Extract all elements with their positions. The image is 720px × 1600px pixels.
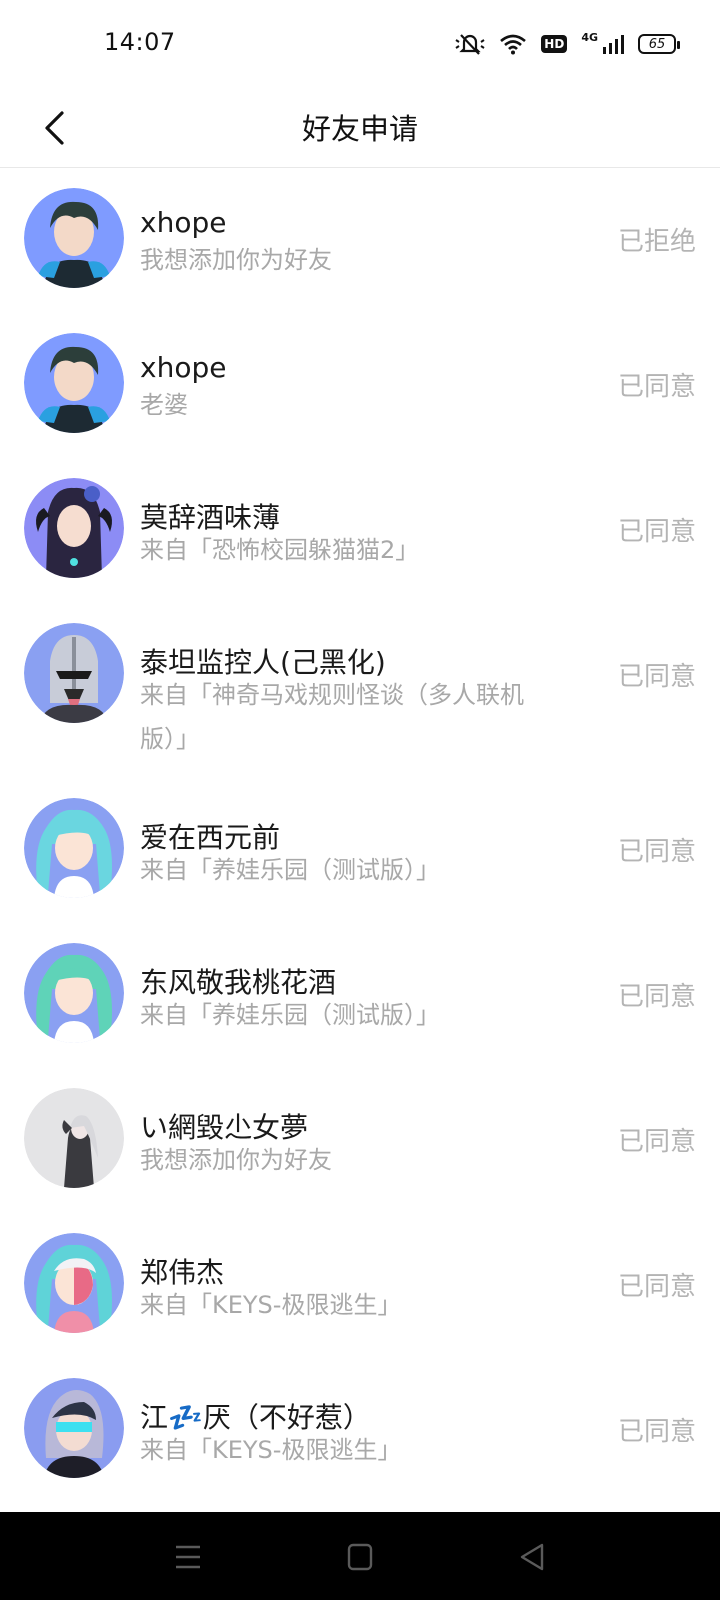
page-title: 好友申请: [301, 112, 418, 146]
avatar[interactable]: [24, 1378, 124, 1478]
request-status: 已同意: [617, 982, 696, 1012]
menu-icon[interactable]: [172, 1542, 204, 1572]
wifi-icon: [499, 33, 527, 55]
status-icons: HD 4G 65: [455, 30, 680, 58]
home-icon[interactable]: [344, 1542, 376, 1572]
system-nav-bar: [0, 1512, 720, 1600]
avatar[interactable]: [24, 333, 124, 433]
request-message: 来自「KEYS-极限逃生」: [140, 1291, 402, 1319]
list-item[interactable]: xhope 我想添加你为好友 已拒绝: [0, 168, 720, 313]
request-status: 已拒绝: [617, 227, 696, 257]
list-item[interactable]: 莫辞酒味薄 来自「恐怖校园躲猫猫2」 已同意: [0, 458, 720, 603]
avatar[interactable]: [24, 188, 124, 288]
avatar[interactable]: [24, 1088, 124, 1188]
network-type-label: 4G: [581, 30, 598, 44]
back-triangle-icon[interactable]: [516, 1542, 548, 1572]
request-name: xhope: [140, 351, 227, 384]
request-status: 已同意: [617, 517, 696, 547]
request-status: 已同意: [617, 372, 696, 402]
list-item[interactable]: 郑伟杰 来自「KEYS-极限逃生」 已同意: [0, 1213, 720, 1358]
status-bar: 14:07 HD 4G 65: [0, 0, 720, 88]
avatar[interactable]: [24, 943, 124, 1043]
list-item[interactable]: 泰坦监控人(己黑化) 来自「神奇马戏规则怪谈（多人联机版）」 已同意: [0, 603, 720, 778]
request-status: 已同意: [617, 837, 696, 867]
avatar[interactable]: [24, 1233, 124, 1333]
request-status: 已同意: [617, 662, 696, 692]
list-item[interactable]: い網毀尐女夢 我想添加你为好友 已同意: [0, 1068, 720, 1213]
friend-request-list: xhope 我想添加你为好友 已拒绝 xhope 老婆 已同意 莫辞酒味薄 来自…: [0, 168, 720, 1512]
avatar[interactable]: [24, 623, 124, 723]
list-item[interactable]: 江💤厌（不好惹） 来自「KEYS-极限逃生」 已同意: [0, 1358, 720, 1503]
hd-icon: HD: [541, 35, 568, 53]
request-message: 我想添加你为好友: [140, 246, 332, 274]
request-name: xhope: [140, 206, 227, 239]
list-item[interactable]: 爱在西元前 来自「养娃乐园（测试版）」 已同意: [0, 778, 720, 923]
header: 好友申请: [0, 88, 720, 168]
avatar[interactable]: [24, 798, 124, 898]
avatar[interactable]: [24, 478, 124, 578]
mute-icon: [455, 32, 485, 56]
list-item[interactable]: 东风敬我桃花酒 来自「养娃乐园（测试版）」 已同意: [0, 923, 720, 1068]
request-message: 老婆: [140, 391, 188, 419]
request-message: 来自「神奇马戏规则怪谈（多人联机版）」: [140, 681, 524, 753]
request-message: 来自「恐怖校园躲猫猫2」: [140, 536, 420, 564]
request-status: 已同意: [617, 1272, 696, 1302]
request-message: 来自「养娃乐园（测试版）」: [140, 856, 440, 884]
request-message: 来自「KEYS-极限逃生」: [140, 1436, 402, 1464]
request-message: 来自「养娃乐园（测试版）」: [140, 1001, 440, 1029]
list-item[interactable]: xhope 老婆 已同意: [0, 313, 720, 458]
request-status: 已同意: [617, 1127, 696, 1157]
request-message: 我想添加你为好友: [140, 1146, 332, 1174]
status-time: 14:07: [104, 28, 176, 56]
request-status: 已同意: [617, 1417, 696, 1447]
battery-icon: 65: [638, 34, 680, 54]
signal-icon: [602, 33, 624, 55]
